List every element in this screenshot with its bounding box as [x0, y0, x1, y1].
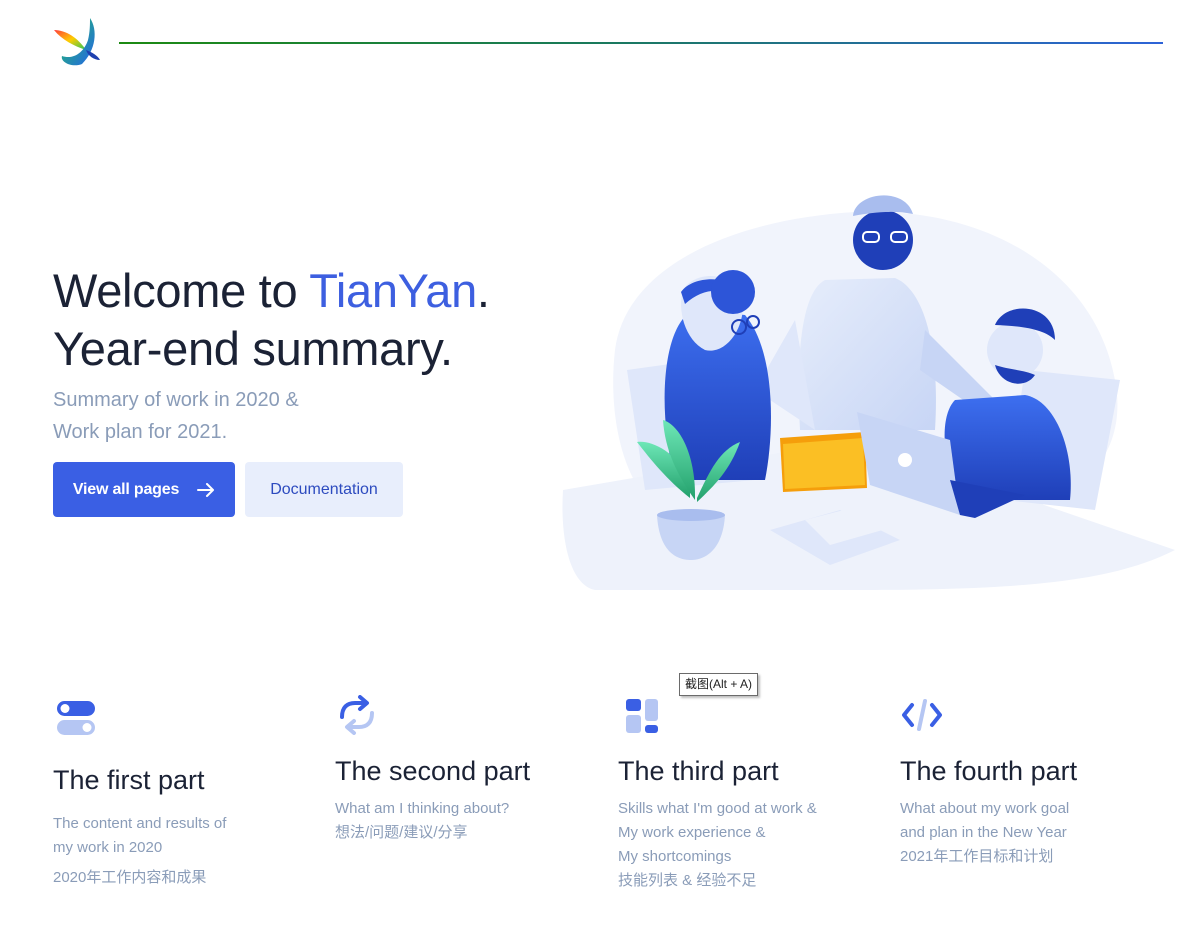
layout-blocks-icon [626, 699, 658, 733]
feature-desc-line: What am I thinking about? [335, 800, 510, 817]
feature-title: The third part [618, 756, 779, 786]
hero-subtitle-line1: Summary of work in 2020 & [53, 389, 299, 411]
feature-desc-line: 2021年工作目标和计划 [900, 848, 1054, 865]
page: Welcome to TianYan. Year-end summary. Su… [0, 0, 1189, 937]
team-meeting-illustration [562, 195, 1175, 590]
screenshot-tooltip: 截图(Alt + A) [679, 673, 759, 696]
feature-title: The first part [53, 765, 205, 795]
feature-desc-line: My work experience & [618, 824, 766, 841]
view-all-pages-button[interactable]: View all pages [53, 462, 235, 517]
feature-desc-line: 想法/问题/建议/分享 [335, 824, 468, 841]
feature-desc-line: my work in 2020 [53, 839, 163, 856]
bird-logo-icon[interactable] [52, 16, 102, 68]
feature-desc-line: The content and results of [53, 815, 227, 832]
hero-subtitle: Summary of work in 2020 & Work plan for … [53, 384, 299, 448]
feature-desc-line: 技能列表 & 经验不足 [618, 872, 757, 889]
hero-title: Welcome to TianYan. Year-end summary. [53, 262, 490, 378]
hero-title-brand: TianYan [309, 264, 477, 317]
feature-desc-line: My shortcomings [618, 848, 732, 865]
documentation-label: Documentation [270, 480, 378, 498]
feature-description: The content and results of my work in 20… [53, 812, 226, 890]
header-divider [119, 42, 1163, 44]
hero-title-suffix: . [476, 264, 490, 317]
hero-subtitle-line2: Work plan for 2021. [53, 421, 228, 443]
feature-desc-line: Skills what I'm good at work & [618, 800, 817, 817]
feature-description: What about my work goal and plan in the … [900, 797, 1069, 869]
hero-title-line2: Year-end summary. [53, 322, 453, 375]
feature-description: What am I thinking about? 想法/问题/建议/分享 [335, 797, 509, 845]
view-all-pages-label: View all pages [72, 480, 180, 498]
hero-title-prefix: Welcome to [53, 264, 310, 317]
toggle-switch-icon [57, 701, 95, 735]
feature-title: The fourth part [900, 756, 1078, 786]
feature-desc-line: What about my work goal [900, 800, 1070, 817]
feature-desc-line: and plan in the New Year [900, 824, 1067, 841]
feature-description: Skills what I'm good at work & My work e… [618, 797, 817, 893]
arrow-right-icon [197, 482, 215, 497]
feature-desc-chinese: 2020年工作内容和成果 [53, 869, 207, 886]
repeat-arrows-icon [340, 695, 374, 735]
feature-title: The second part [335, 756, 531, 786]
documentation-button[interactable]: Documentation [245, 462, 403, 517]
code-brackets-icon [902, 699, 942, 731]
